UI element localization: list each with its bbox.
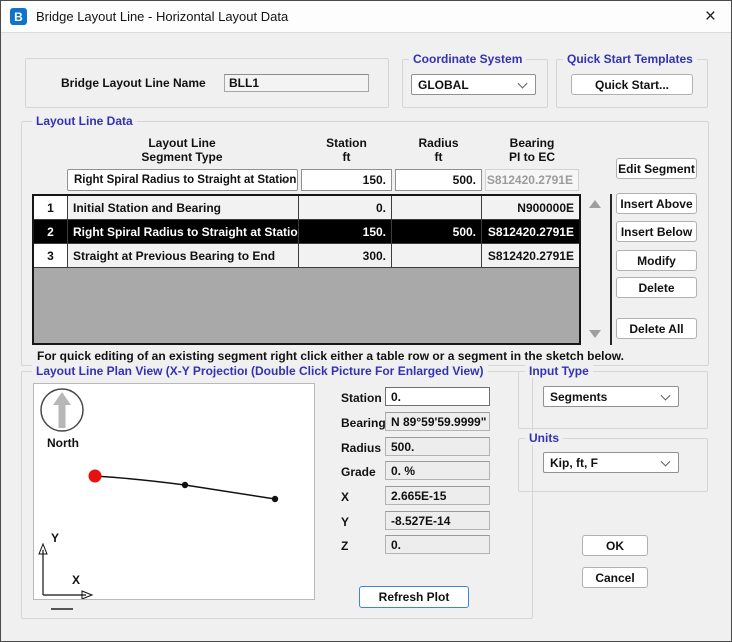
station-input[interactable]: 150. bbox=[301, 169, 392, 191]
header-radius: Radiusft bbox=[395, 136, 482, 164]
z-label: Z bbox=[341, 539, 348, 553]
dialog-window: B Bridge Layout Line - Horizontal Layout… bbox=[0, 0, 732, 642]
segment-end-point[interactable] bbox=[272, 496, 278, 502]
chevron-down-icon bbox=[661, 456, 671, 466]
units-value: Kip, ft, F bbox=[550, 456, 598, 470]
cell-segment-type: Initial Station and Bearing bbox=[68, 196, 299, 220]
layout-line-data-title: Layout Line Data bbox=[32, 114, 137, 128]
y-axis-label: Y bbox=[51, 531, 59, 545]
coordinate-system-select[interactable]: GLOBAL bbox=[411, 74, 536, 95]
segment-type-select[interactable]: Right Spiral Radius to Straight at Stati… bbox=[67, 169, 298, 191]
cancel-button[interactable]: Cancel bbox=[582, 567, 648, 588]
row-number: 2 bbox=[34, 220, 68, 244]
grade-readout: 0. % bbox=[385, 461, 490, 480]
bearing-display: S812420.2791E bbox=[485, 169, 579, 191]
cell-segment-type: Right Spiral Radius to Straight at Stati… bbox=[68, 220, 299, 244]
row-number: 3 bbox=[34, 244, 68, 268]
units-title: Units bbox=[525, 431, 563, 445]
title-bar: B Bridge Layout Line - Horizontal Layout… bbox=[1, 1, 731, 33]
cell-station: 300. bbox=[299, 244, 392, 268]
quick-start-title: Quick Start Templates bbox=[563, 52, 697, 66]
station-label: Station bbox=[341, 391, 382, 405]
y-readout: -8.527E-14 bbox=[385, 511, 490, 530]
ok-button[interactable]: OK bbox=[582, 535, 648, 556]
window-title: Bridge Layout Line - Horizontal Layout D… bbox=[36, 9, 288, 24]
units-select[interactable]: Kip, ft, F bbox=[543, 452, 679, 473]
x-label: X bbox=[341, 490, 349, 504]
input-type-value: Segments bbox=[550, 390, 607, 404]
delete-all-button[interactable]: Delete All bbox=[616, 318, 697, 339]
plan-sketch: North Y X bbox=[34, 384, 314, 599]
segment-table[interactable]: 1 Initial Station and Bearing 0. N900000… bbox=[32, 194, 581, 345]
start-point[interactable] bbox=[89, 470, 102, 483]
scroll-up-icon[interactable] bbox=[589, 200, 601, 208]
insert-below-button[interactable]: Insert Below bbox=[616, 221, 697, 242]
z-readout: 0. bbox=[385, 535, 490, 554]
cell-station: 0. bbox=[299, 196, 392, 220]
radius-label: Radius bbox=[341, 441, 381, 455]
app-icon: B bbox=[10, 8, 27, 25]
y-label: Y bbox=[341, 515, 349, 529]
divider bbox=[610, 194, 612, 345]
radius-readout: 500. bbox=[385, 437, 490, 456]
modify-button[interactable]: Modify bbox=[616, 250, 697, 271]
quick-start-button[interactable]: Quick Start... bbox=[571, 74, 693, 95]
cell-radius bbox=[392, 244, 482, 268]
segment-type-value: Right Spiral Radius to Straight at Stati… bbox=[74, 174, 296, 186]
grade-label: Grade bbox=[341, 465, 376, 479]
bridge-name-field[interactable]: BLL1 bbox=[224, 74, 369, 92]
cell-radius: 500. bbox=[392, 220, 482, 244]
radius-input[interactable]: 500. bbox=[395, 169, 482, 191]
cell-bearing: S812420.2791E bbox=[482, 244, 579, 268]
input-type-select[interactable]: Segments bbox=[543, 386, 679, 407]
cell-bearing: N900000E bbox=[482, 196, 579, 220]
refresh-plot-button[interactable]: Refresh Plot bbox=[359, 586, 469, 608]
plan-view-picture[interactable]: North Y X bbox=[33, 383, 315, 600]
coordinate-system-value: GLOBAL bbox=[418, 78, 469, 92]
bridge-name-label: Bridge Layout Line Name bbox=[61, 76, 206, 90]
delete-button[interactable]: Delete bbox=[616, 277, 697, 298]
row-number: 1 bbox=[34, 196, 68, 220]
input-type-title: Input Type bbox=[525, 364, 593, 378]
scroll-down-icon[interactable] bbox=[589, 330, 601, 338]
plan-view-subtitle: (Double Click Picture For Enlarged View) bbox=[247, 364, 488, 378]
north-label: North bbox=[47, 436, 79, 450]
edit-segment-button[interactable]: Edit Segment bbox=[616, 158, 697, 179]
cell-station: 150. bbox=[299, 220, 392, 244]
table-row-selected[interactable]: 2 Right Spiral Radius to Straight at Sta… bbox=[34, 220, 579, 244]
coordinate-system-title: Coordinate System bbox=[409, 52, 526, 66]
x-axis-label: X bbox=[72, 573, 80, 587]
table-row[interactable]: 3 Straight at Previous Bearing to End 30… bbox=[34, 244, 579, 268]
header-station: Stationft bbox=[301, 136, 392, 164]
close-icon[interactable]: × bbox=[699, 8, 722, 25]
quick-edit-note: For quick editing of an existing segment… bbox=[37, 349, 624, 363]
insert-above-button[interactable]: Insert Above bbox=[616, 193, 697, 214]
bearing-label: Bearing bbox=[341, 416, 386, 430]
cell-radius bbox=[392, 196, 482, 220]
header-segment-type: Layout LineSegment Type bbox=[117, 136, 247, 164]
station-readout[interactable]: 0. bbox=[385, 387, 490, 406]
header-bearing: BearingPI to EC bbox=[485, 136, 579, 164]
cell-segment-type: Straight at Previous Bearing to End bbox=[68, 244, 299, 268]
bearing-readout: N 89°59'59.9999" bbox=[385, 412, 490, 431]
table-row[interactable]: 1 Initial Station and Bearing 0. N900000… bbox=[34, 196, 579, 220]
north-arrow-icon bbox=[53, 392, 71, 428]
plan-view-title: Layout Line Plan View (X-Y Projection) bbox=[32, 364, 260, 378]
segment-point[interactable] bbox=[182, 482, 188, 488]
scale-bar bbox=[51, 608, 73, 610]
cell-bearing: S812420.2791E bbox=[482, 220, 579, 244]
x-readout: 2.665E-15 bbox=[385, 486, 490, 505]
chevron-down-icon bbox=[518, 78, 528, 88]
chevron-down-icon bbox=[661, 390, 671, 400]
